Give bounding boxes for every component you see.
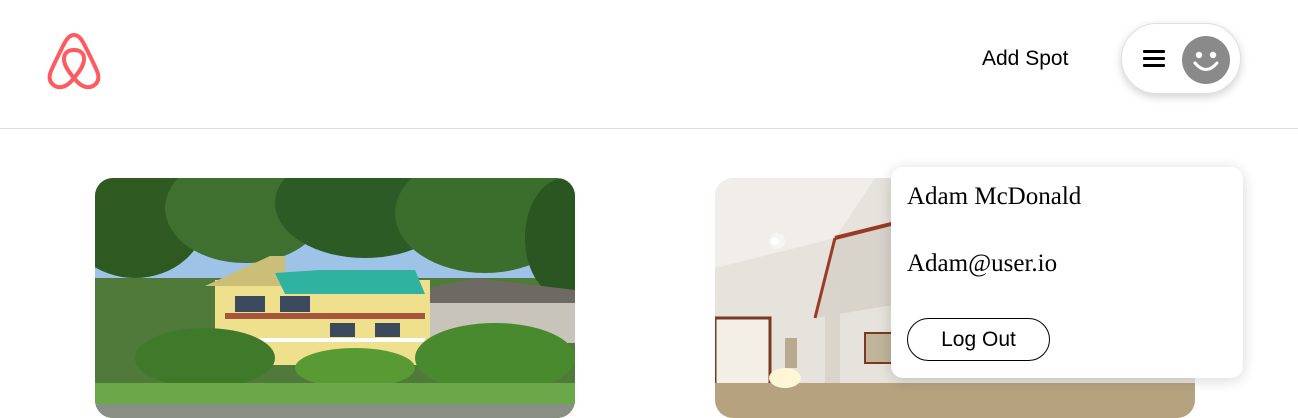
user-name: Adam McDonald xyxy=(907,183,1082,210)
hamburger-icon xyxy=(1143,50,1165,68)
user-email: Adam@user.io xyxy=(907,250,1058,277)
add-spot-link[interactable]: Add Spot xyxy=(982,46,1068,72)
lake-house-photo xyxy=(95,178,575,418)
smiley-avatar-icon xyxy=(1182,36,1230,84)
spot-card[interactable] xyxy=(95,178,575,418)
profile-dropdown-menu: Adam McDonald Adam@user.io Log Out xyxy=(891,167,1243,378)
profile-menu-button[interactable] xyxy=(1121,23,1241,94)
log-out-button[interactable]: Log Out xyxy=(907,318,1050,361)
airbnb-logo-icon[interactable] xyxy=(46,30,102,90)
site-header: Add Spot xyxy=(0,0,1298,129)
